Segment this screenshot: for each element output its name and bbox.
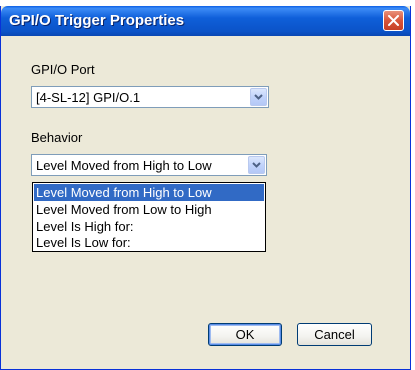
- behavior-select[interactable]: Level Moved from High to Low: [31, 154, 267, 176]
- gpio-port-select[interactable]: [4-SL-12] GPI/O.1: [31, 86, 269, 108]
- chevron-down-icon: [254, 94, 263, 100]
- behavior-option[interactable]: Level Moved from Low to High: [34, 201, 264, 218]
- chevron-down-icon: [252, 162, 261, 168]
- behavior-dropdown-button[interactable]: [248, 156, 265, 174]
- behavior-dropdown-list: Level Moved from High to Low Level Moved…: [32, 182, 266, 252]
- ok-button[interactable]: OK: [208, 323, 282, 346]
- behavior-option[interactable]: Level Is Low for:: [34, 234, 264, 251]
- gpio-trigger-dialog: GPI/O Trigger Properties GPI/O Port [4-S…: [0, 6, 411, 370]
- cancel-button[interactable]: Cancel: [297, 323, 372, 346]
- title-bar[interactable]: GPI/O Trigger Properties: [1, 6, 410, 36]
- close-icon: [388, 15, 399, 26]
- gpio-port-label: GPI/O Port: [31, 62, 95, 77]
- gpio-port-value: [4-SL-12] GPI/O.1: [36, 90, 141, 105]
- gpio-port-dropdown-button[interactable]: [250, 88, 267, 106]
- dialog-title: GPI/O Trigger Properties: [9, 12, 185, 29]
- close-button[interactable]: [383, 10, 404, 31]
- behavior-label: Behavior: [31, 130, 83, 145]
- behavior-option[interactable]: Level Is High for:: [34, 218, 264, 235]
- behavior-option[interactable]: Level Moved from High to Low: [34, 184, 264, 201]
- behavior-value: Level Moved from High to Low: [36, 158, 212, 173]
